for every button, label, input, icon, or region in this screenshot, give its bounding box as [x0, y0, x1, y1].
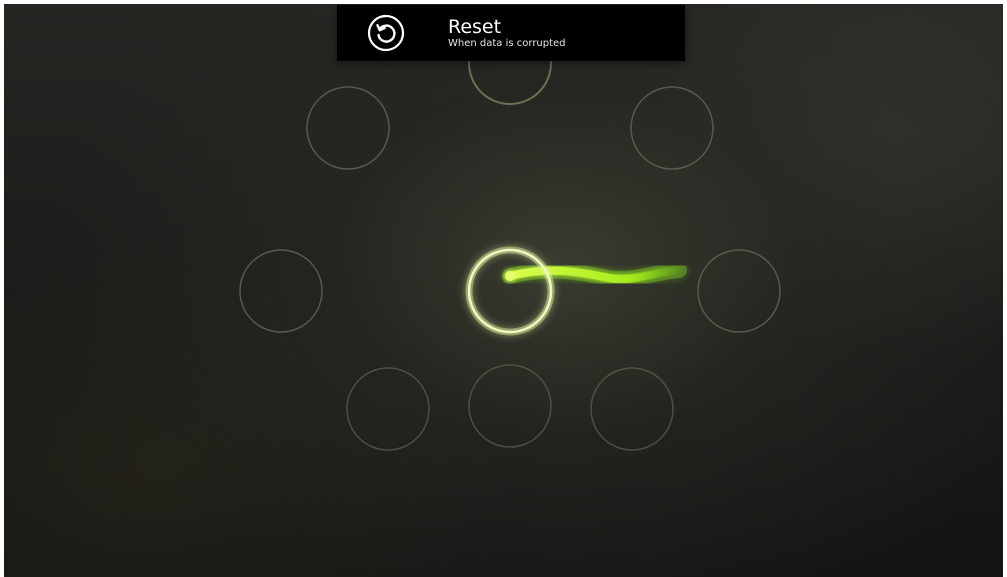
reset-icon: [365, 12, 407, 54]
gesture-target-down-right[interactable]: [590, 367, 674, 451]
gesture-screen[interactable]: Reset When data is corrupted: [4, 4, 1003, 577]
gesture-target-up-left[interactable]: [306, 86, 390, 170]
gesture-target-up-right[interactable]: [630, 86, 714, 170]
toast-subtitle: When data is corrupted: [448, 38, 566, 49]
gesture-pad[interactable]: [4, 4, 1003, 577]
gesture-target-down-left[interactable]: [346, 367, 430, 451]
toast-text: Reset When data is corrupted: [448, 16, 566, 50]
reset-toast[interactable]: Reset When data is corrupted: [337, 5, 685, 61]
gesture-trail-start: [505, 271, 515, 281]
toast-title: Reset: [448, 16, 502, 38]
